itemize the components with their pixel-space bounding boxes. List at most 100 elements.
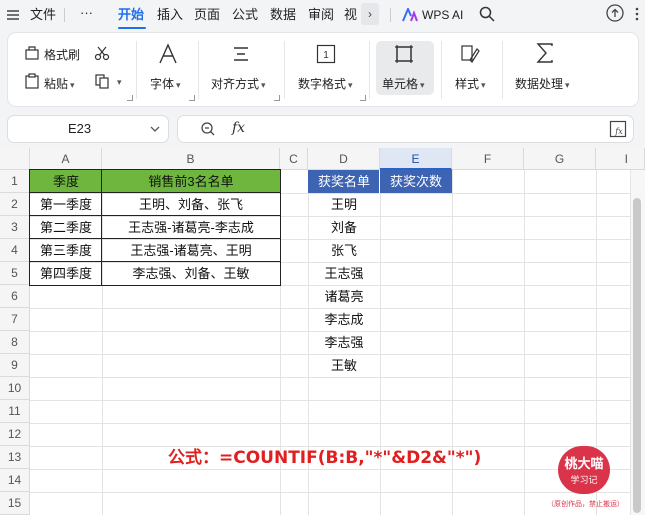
row-header[interactable]: 2 xyxy=(0,193,30,216)
tab-view[interactable]: 视 xyxy=(344,6,357,24)
scissors-icon[interactable] xyxy=(94,45,110,61)
ribbon-toolbar: 格式刷 粘贴 ▾ ▾ 字体 ▾ 对齐方式 ▾ 1 数字格式 ▾ 单元格 ▾ 样式 ▾ 数据处… xyxy=(8,33,638,106)
alignment-label: 对齐方式 xyxy=(211,77,260,91)
copy-icon[interactable] xyxy=(94,73,110,89)
grid-line xyxy=(30,400,630,401)
column-header-g[interactable]: G xyxy=(524,148,596,170)
table-border xyxy=(379,170,380,193)
menu-file[interactable]: 文件 xyxy=(30,6,56,24)
chevron-down-icon: ▾ xyxy=(565,80,570,90)
column-header-b[interactable]: B xyxy=(102,148,280,170)
tab-home[interactable]: 开始 xyxy=(118,6,144,24)
zoom-icon[interactable] xyxy=(200,121,216,137)
format-painter-icon xyxy=(25,46,39,60)
table-cell[interactable]: 王志强 xyxy=(308,262,380,285)
font-icon xyxy=(159,43,177,64)
ribbon-divider xyxy=(136,41,137,99)
row-header[interactable]: 5 xyxy=(0,262,30,285)
name-box-value: E23 xyxy=(68,121,92,136)
font-button[interactable]: 字体 ▾ xyxy=(150,75,181,92)
table-cell[interactable]: 王明 xyxy=(308,193,380,216)
svg-text:fx: fx xyxy=(614,127,623,136)
wps-ai-logo-icon xyxy=(402,8,418,22)
watermark-caption: （原创作品，禁止搬运） xyxy=(547,501,624,508)
tab-scroll-right-button[interactable]: › xyxy=(361,3,379,25)
column-header-d[interactable]: D xyxy=(308,148,380,170)
cloud-sync-icon[interactable] xyxy=(606,4,624,22)
table-header-cell[interactable]: 获奖名单 xyxy=(308,170,380,193)
column-header-a[interactable]: A xyxy=(30,148,102,170)
watermark-logo: 桃大喵 学习记 xyxy=(558,446,610,494)
style-button[interactable]: 样式 ▾ xyxy=(455,75,486,92)
formula-bar[interactable]: fx fx xyxy=(178,116,633,142)
table-cell[interactable]: 李志强 xyxy=(308,331,380,354)
select-all-corner[interactable] xyxy=(0,148,30,170)
column-header-c[interactable]: C xyxy=(280,148,308,170)
svg-text:1: 1 xyxy=(323,50,329,61)
align-icon xyxy=(234,47,248,61)
table-border xyxy=(30,192,280,193)
cell-button-label: 单元格 ▾ xyxy=(382,75,425,92)
row-header[interactable]: 10 xyxy=(0,377,30,400)
hamburger-icon[interactable] xyxy=(6,8,20,22)
row-header[interactable]: 3 xyxy=(0,216,30,239)
tab-insert[interactable]: 插入 xyxy=(157,6,183,24)
dialog-launcher-icon[interactable] xyxy=(360,95,366,101)
style-icon xyxy=(461,45,480,63)
table-border xyxy=(30,261,280,262)
grid-line xyxy=(30,469,630,470)
table-cell[interactable]: 诸葛亮 xyxy=(308,285,380,308)
chevron-down-icon[interactable]: ▾ xyxy=(117,77,122,88)
number-format-button[interactable]: 数字格式 ▾ xyxy=(298,75,353,92)
row-header[interactable]: 12 xyxy=(0,423,30,446)
row-header[interactable]: 1 xyxy=(0,170,30,193)
column-header-f[interactable]: F xyxy=(452,148,524,170)
more-vertical-icon[interactable] xyxy=(634,6,640,22)
dialog-launcher-icon[interactable] xyxy=(274,95,280,101)
row-header[interactable]: 4 xyxy=(0,239,30,262)
formula-annotation: 公式：=COUNTIF(B:B,"*"&D2&"*") xyxy=(168,448,482,468)
insert-function-button[interactable]: fx xyxy=(232,120,245,136)
ribbon-divider xyxy=(284,41,285,99)
table-cell[interactable]: 王敏 xyxy=(308,354,380,377)
row-header[interactable]: 11 xyxy=(0,400,30,423)
table-cell[interactable]: 李志成 xyxy=(308,308,380,331)
dialog-launcher-icon[interactable] xyxy=(127,95,133,101)
chevron-down-icon[interactable] xyxy=(150,125,160,133)
row-header[interactable]: 6 xyxy=(0,285,30,308)
table-border xyxy=(29,169,281,286)
scrollbar-thumb[interactable] xyxy=(633,198,641,513)
expand-formula-icon[interactable]: fx xyxy=(609,120,627,138)
row-header[interactable]: 13 xyxy=(0,446,30,469)
tab-review[interactable]: 审阅 xyxy=(308,6,334,24)
tab-page[interactable]: 页面 xyxy=(194,6,220,24)
row-header[interactable]: 7 xyxy=(0,308,30,331)
chevron-down-icon: ▾ xyxy=(420,80,425,90)
row-header[interactable]: 14 xyxy=(0,469,30,492)
table-cell[interactable]: 张飞 xyxy=(308,239,380,262)
alignment-button[interactable]: 对齐方式 ▾ xyxy=(211,75,266,92)
table-header-cell[interactable]: 获奖次数 xyxy=(380,170,452,193)
chevron-down-icon: ▾ xyxy=(481,80,486,90)
row-header[interactable]: 8 xyxy=(0,331,30,354)
column-header-e[interactable]: E xyxy=(380,148,452,170)
column-header-i[interactable]: I xyxy=(596,148,645,170)
table-border xyxy=(101,170,102,285)
search-icon[interactable] xyxy=(479,6,495,22)
table-border xyxy=(30,238,280,239)
more-menu-button[interactable]: ··· xyxy=(80,4,93,22)
tab-data[interactable]: 数据 xyxy=(270,6,296,24)
data-processing-button[interactable]: 数据处理 ▾ xyxy=(515,75,570,92)
row-header[interactable]: 15 xyxy=(0,492,30,515)
cell-label: 单元格 xyxy=(382,77,419,91)
table-cell[interactable]: 刘备 xyxy=(308,216,380,239)
format-painter-button[interactable]: 格式刷 xyxy=(44,46,80,63)
name-box[interactable]: E23 xyxy=(8,116,168,142)
row-header[interactable]: 9 xyxy=(0,354,30,377)
tab-formula[interactable]: 公式 xyxy=(232,6,258,24)
paste-button[interactable]: 粘贴 ▾ xyxy=(44,75,75,92)
active-tab-indicator xyxy=(118,27,146,29)
dialog-launcher-icon[interactable] xyxy=(189,95,195,101)
ribbon-divider xyxy=(198,41,199,99)
wps-ai-button[interactable]: WPS AI xyxy=(422,6,463,24)
